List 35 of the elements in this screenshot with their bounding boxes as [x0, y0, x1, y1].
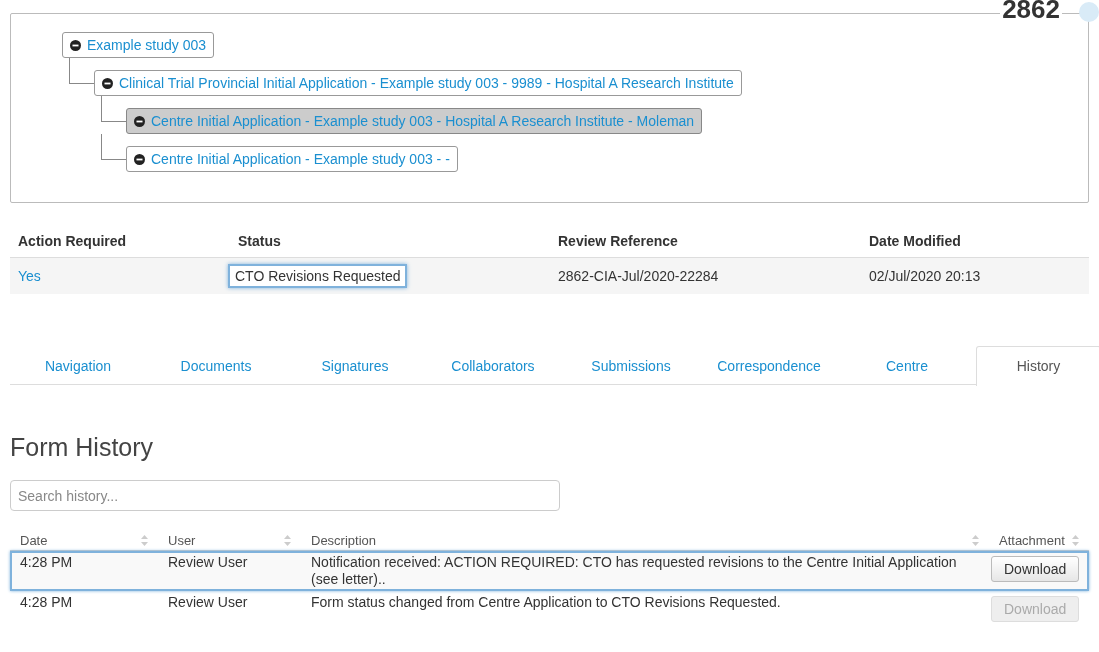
tree-node[interactable]: Centre Initial Application - Example study 003 - Hospital A Research Institute - Moleman [126, 108, 703, 134]
table-cell: 02/Jul/2020 20:13 [869, 268, 981, 284]
tab[interactable]: Submissions [562, 346, 700, 385]
status-value: CTO Revisions Requested [228, 264, 408, 288]
circle-icon [1079, 2, 1099, 22]
tree-node[interactable]: Clinical Trial Provincial Initial Application - Example study 003 - 9989 - Hospital A Research Institute [94, 70, 742, 96]
minus-circle-icon[interactable] [70, 39, 81, 51]
tab[interactable]: Navigation [10, 346, 146, 385]
tab[interactable]: Collaborators [424, 346, 562, 385]
table-cell: Review User [168, 594, 248, 610]
table-cell: Form status changed from Centre Application to CTO Revisions Requested. [311, 594, 781, 610]
tree-node[interactable]: Example study 003 [62, 32, 215, 58]
download-button[interactable]: Download [991, 556, 1080, 582]
column-header[interactable]: Attachment [999, 533, 1065, 548]
history-row[interactable]: 4:28 PM Review User Notification received: ACTION REQUIRED: CTO has requested revisions to the Centre Initial Application (see letter).. Download [10, 551, 1089, 591]
table-cell: Notification received: ACTION REQUIRED: CTO has requested revisions to the Centre Initial Application (see letter).. [311, 554, 957, 587]
tab[interactable]: History [976, 346, 1099, 386]
minus-circle-icon[interactable] [134, 115, 145, 127]
column-header[interactable]: Date [20, 533, 48, 548]
action-required-link[interactable]: Yes [18, 268, 41, 284]
table-cell: 4:28 PM [20, 554, 73, 570]
search-field[interactable]: Search history... [10, 480, 560, 511]
column-header[interactable]: Description [311, 533, 377, 548]
minus-circle-icon[interactable] [102, 77, 113, 89]
table-cell: Review User [168, 554, 248, 570]
tree-node[interactable]: Centre Initial Application - Example study 003 - - [126, 146, 458, 172]
table-cell: 2862-CIA-Jul/2020-22284 [558, 268, 719, 284]
column-header[interactable]: User [168, 533, 196, 548]
tab[interactable]: Signatures [286, 346, 424, 385]
table-cell: 4:28 PM [20, 594, 73, 610]
tab[interactable]: Documents [146, 346, 286, 385]
tab[interactable]: Centre [838, 346, 976, 385]
section-title: Form History [10, 433, 154, 462]
tab[interactable]: Correspondence [700, 346, 838, 385]
minus-circle-icon[interactable] [134, 153, 145, 165]
